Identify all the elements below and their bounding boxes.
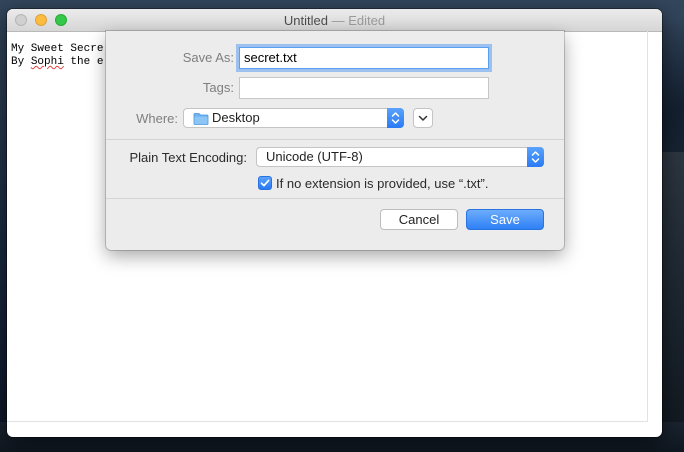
save-as-label: Save As:	[182, 50, 234, 65]
cancel-button[interactable]: Cancel	[380, 209, 458, 230]
tags-label: Tags:	[202, 80, 234, 95]
extension-checkbox-label[interactable]: If no extension is provided, use “.txt”.	[276, 176, 488, 191]
chevron-down-icon	[418, 115, 428, 121]
tags-input[interactable]	[239, 77, 489, 99]
encoding-popup[interactable]: Unicode (UTF-8)	[256, 147, 544, 167]
extension-checkbox[interactable]	[258, 176, 272, 190]
where-label: Where:	[136, 111, 178, 126]
dialog-divider-bottom	[106, 198, 564, 199]
title-bar: Untitled — Edited	[7, 9, 662, 32]
window-title: Untitled — Edited	[7, 13, 662, 28]
folder-icon	[193, 113, 209, 125]
where-value: Desktop	[212, 110, 260, 125]
where-popup-stepper	[387, 108, 404, 128]
encoding-label: Plain Text Encoding:	[129, 150, 247, 165]
where-popup[interactable]: Desktop	[183, 108, 404, 128]
vertical-scroll-track[interactable]	[647, 31, 648, 421]
checkmark-icon	[260, 179, 270, 187]
expand-dialog-button[interactable]	[413, 108, 433, 128]
horizontal-scroll-track[interactable]	[7, 421, 648, 422]
dialog-divider-top	[106, 139, 564, 140]
window-title-name: Untitled	[283, 13, 328, 28]
updown-chevron-icon	[531, 151, 540, 163]
misspelled-word: Sophi	[30, 56, 64, 68]
encoding-value: Unicode (UTF-8)	[266, 149, 363, 164]
window-title-edited: — Edited	[327, 13, 386, 28]
save-dialog: Save As: secret.txt Tags: Where: Desktop…	[106, 31, 564, 250]
save-as-input[interactable]: secret.txt	[239, 47, 489, 69]
updown-chevron-icon	[391, 112, 400, 124]
encoding-popup-stepper	[527, 147, 544, 167]
save-button[interactable]: Save	[466, 209, 544, 230]
